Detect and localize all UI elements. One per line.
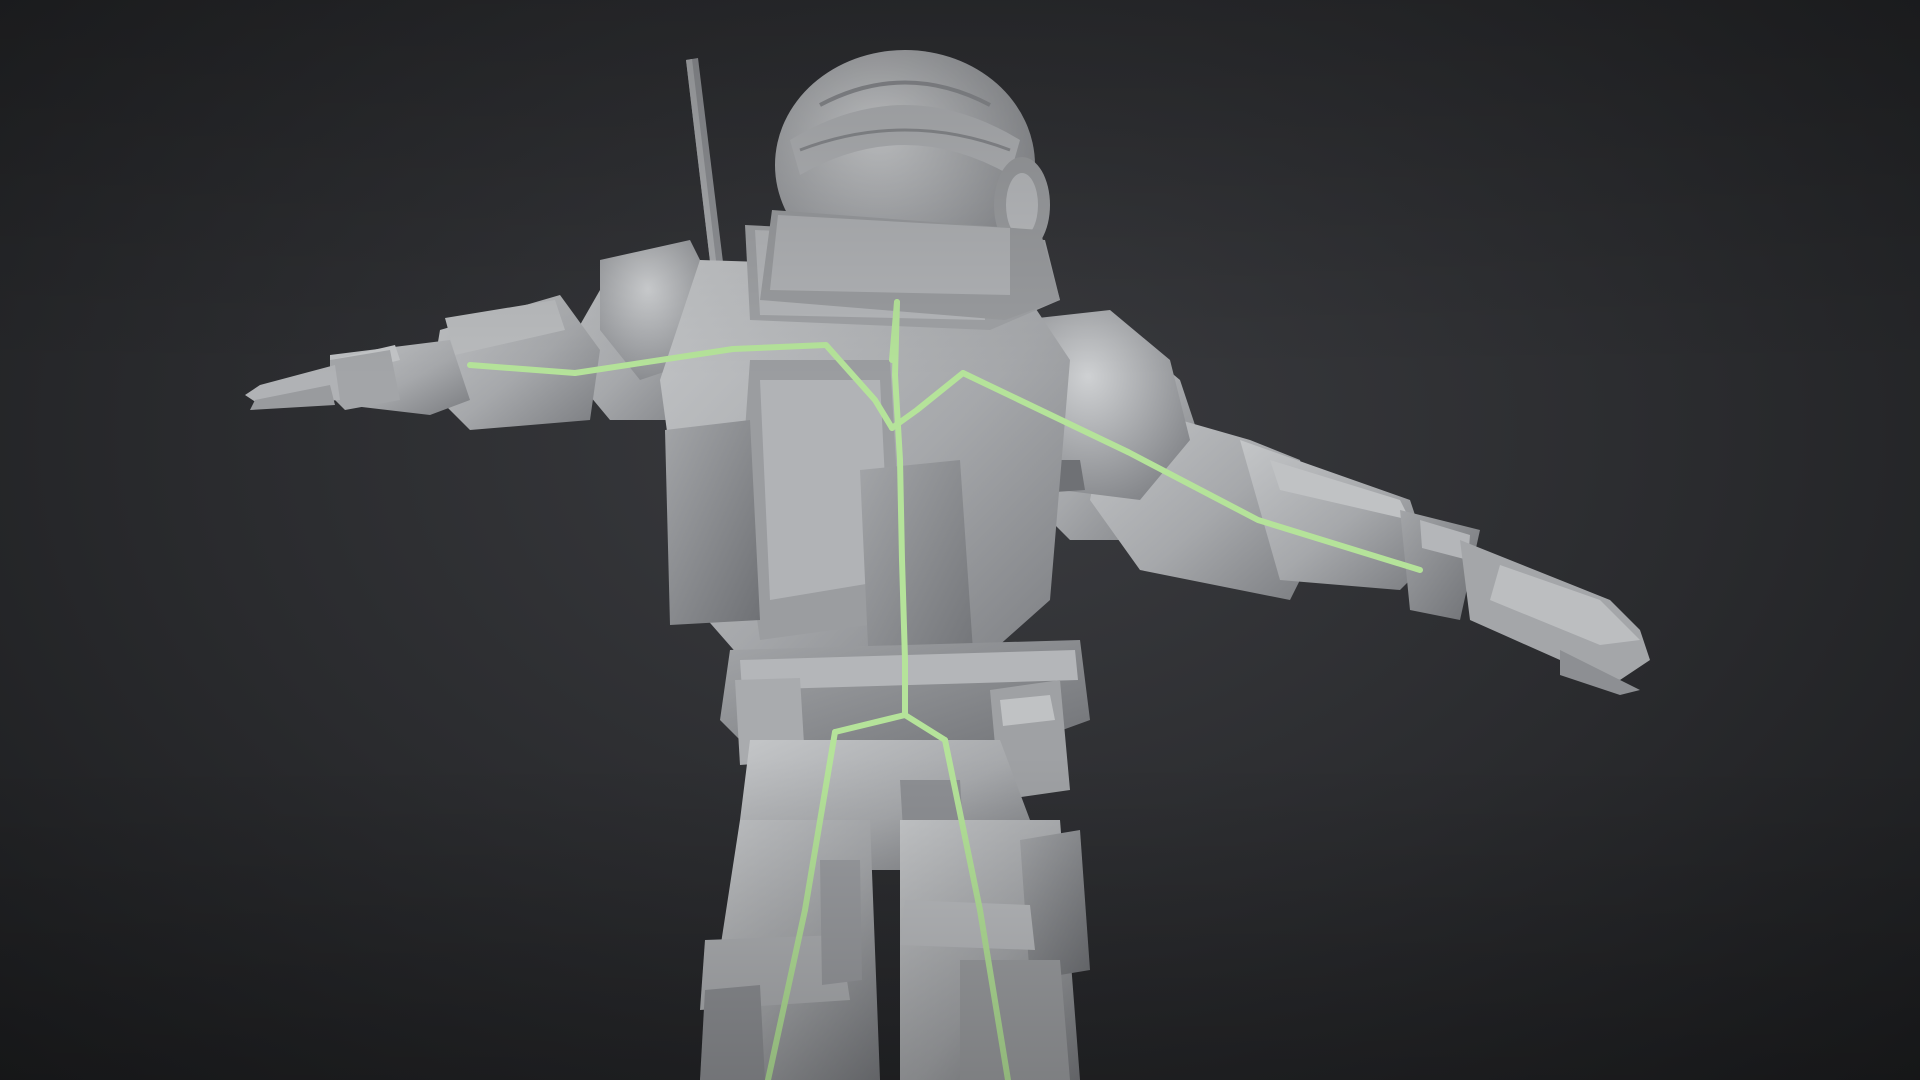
right-hand — [1460, 540, 1650, 695]
left-hand — [245, 350, 400, 410]
character-scene — [245, 50, 1650, 1080]
3d-viewport[interactable] — [0, 0, 1920, 1080]
right-leg — [900, 820, 1090, 1080]
left-leg — [700, 820, 880, 1080]
helmet — [760, 50, 1060, 320]
